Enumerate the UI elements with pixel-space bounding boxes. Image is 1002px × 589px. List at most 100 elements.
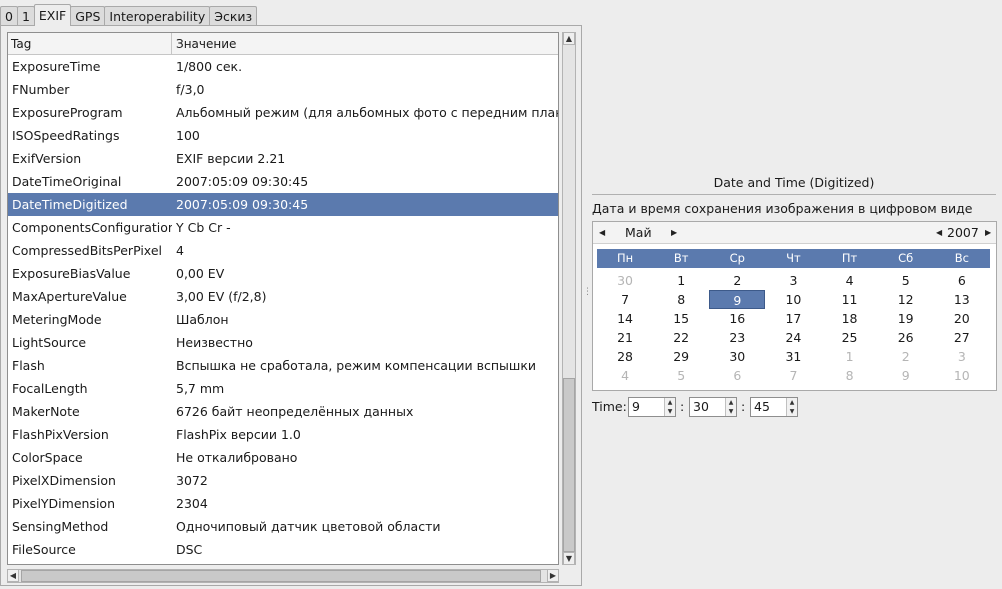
column-header-value[interactable]: Значение <box>172 33 558 54</box>
calendar-day[interactable]: 25 <box>822 328 878 347</box>
table-row[interactable]: DateTimeDigitized 2007:05:09 09:30:45 <box>8 193 558 216</box>
scroll-right-button[interactable]: ▶ <box>547 569 559 582</box>
seconds-down-icon[interactable]: ▼ <box>787 407 797 416</box>
table-row[interactable]: SensingMethod Одночиповый датчик цветовой… <box>8 515 558 538</box>
seconds-up-icon[interactable]: ▲ <box>787 398 797 407</box>
table-row[interactable]: PixelYDimension 2304 <box>8 492 558 515</box>
table-row[interactable]: ColorSpace Не откалибровано <box>8 446 558 469</box>
calendar-day[interactable]: 11 <box>822 290 878 309</box>
tab-1[interactable]: 1 <box>16 6 35 26</box>
calendar-day[interactable]: 28 <box>597 347 653 366</box>
hours-spinbox[interactable]: 9 ▲ ▼ <box>628 397 676 417</box>
hours-up-icon[interactable]: ▲ <box>665 398 675 407</box>
tab-exif[interactable]: EXIF <box>33 4 72 26</box>
table-row[interactable]: ExposureTime 1/800 сек. <box>8 55 558 78</box>
next-month-icon[interactable]: ▶ <box>671 222 677 244</box>
next-year-icon[interactable]: ▶ <box>985 222 991 244</box>
calendar-day[interactable]: 9 <box>878 366 934 385</box>
calendar-day[interactable]: 2 <box>709 271 765 290</box>
calendar-day[interactable]: 30 <box>709 347 765 366</box>
calendar-day[interactable]: 13 <box>934 290 990 309</box>
calendar-day[interactable]: 20 <box>934 309 990 328</box>
column-header-tag[interactable]: Tag <box>8 33 172 54</box>
calendar-day[interactable]: 27 <box>934 328 990 347</box>
calendar-day[interactable]: 4 <box>597 366 653 385</box>
calendar-day[interactable]: 5 <box>653 366 709 385</box>
splitter-handle[interactable]: ⋮ <box>583 288 592 297</box>
scroll-up-button[interactable]: ▲ <box>563 32 575 45</box>
hours-down-icon[interactable]: ▼ <box>665 407 675 416</box>
tab-0[interactable]: 0 <box>0 6 18 26</box>
vertical-scroll-thumb[interactable] <box>563 378 575 552</box>
calendar-day[interactable]: 5 <box>878 271 934 290</box>
seconds-stepper[interactable]: ▲ ▼ <box>786 398 797 416</box>
calendar-day[interactable]: 1 <box>822 347 878 366</box>
calendar-day-selected[interactable]: 9 <box>709 290 766 309</box>
calendar-day[interactable]: 7 <box>765 366 821 385</box>
minutes-up-icon[interactable]: ▲ <box>726 398 736 407</box>
table-row[interactable]: FocalLength 5,7 mm <box>8 377 558 400</box>
calendar-day[interactable]: 1 <box>653 271 709 290</box>
calendar-day[interactable]: 19 <box>878 309 934 328</box>
table-row[interactable]: ExposureProgram Альбомный режим (для альб… <box>8 101 558 124</box>
year-label[interactable]: 2007 <box>947 222 979 244</box>
tab-thumbnail[interactable]: Эскиз <box>209 6 258 26</box>
horizontal-scrollbar[interactable]: ◀ ▶ <box>7 569 559 583</box>
table-row[interactable]: Flash Вспышка не сработала, режим компенс… <box>8 354 558 377</box>
seconds-value[interactable]: 45 <box>754 398 770 416</box>
month-label[interactable]: Май <box>625 222 652 244</box>
table-row[interactable]: FileSource DSC <box>8 538 558 561</box>
calendar-day[interactable]: 29 <box>653 347 709 366</box>
calendar-day[interactable]: 17 <box>765 309 821 328</box>
calendar-day[interactable]: 22 <box>653 328 709 347</box>
calendar-day[interactable]: 4 <box>822 271 878 290</box>
table-row[interactable]: MakerNote 6726 байт неопределённых данных <box>8 400 558 423</box>
table-row[interactable]: PixelXDimension 3072 <box>8 469 558 492</box>
calendar-day[interactable]: 6 <box>709 366 765 385</box>
calendar-day[interactable]: 2 <box>878 347 934 366</box>
calendar-day[interactable]: 14 <box>597 309 653 328</box>
hours-stepper[interactable]: ▲ ▼ <box>664 398 675 416</box>
scroll-down-button[interactable]: ▼ <box>563 552 575 565</box>
scroll-left-button[interactable]: ◀ <box>7 569 19 582</box>
table-row[interactable]: MaxApertureValue 3,00 EV (f/2,8) <box>8 285 558 308</box>
calendar-day[interactable]: 30 <box>597 271 653 290</box>
hours-value[interactable]: 9 <box>632 398 640 416</box>
calendar-day[interactable]: 16 <box>709 309 765 328</box>
tab-interoperability[interactable]: Interoperability <box>104 6 211 26</box>
table-row[interactable]: CompressedBitsPerPixel 4 <box>8 239 558 262</box>
calendar-day[interactable]: 3 <box>765 271 821 290</box>
calendar-day[interactable]: 6 <box>934 271 990 290</box>
table-row[interactable]: ComponentsConfiguration Y Cb Cr - <box>8 216 558 239</box>
calendar-day[interactable]: 31 <box>765 347 821 366</box>
minutes-down-icon[interactable]: ▼ <box>726 407 736 416</box>
table-row[interactable]: LightSource Неизвестно <box>8 331 558 354</box>
calendar-day[interactable]: 8 <box>653 290 709 309</box>
horizontal-scroll-thumb[interactable] <box>21 570 541 582</box>
table-row[interactable]: MeteringMode Шаблон <box>8 308 558 331</box>
table-row[interactable]: ISOSpeedRatings 100 <box>8 124 558 147</box>
minutes-value[interactable]: 30 <box>693 398 709 416</box>
calendar-day[interactable]: 10 <box>934 366 990 385</box>
table-row[interactable]: FlashPixVersion FlashPix версии 1.0 <box>8 423 558 446</box>
calendar-day[interactable]: 15 <box>653 309 709 328</box>
tab-gps[interactable]: GPS <box>70 6 106 26</box>
calendar-day[interactable]: 23 <box>709 328 765 347</box>
minutes-stepper[interactable]: ▲ ▼ <box>725 398 736 416</box>
table-row[interactable]: DateTimeOriginal 2007:05:09 09:30:45 <box>8 170 558 193</box>
vertical-scrollbar[interactable]: ▲ ▼ <box>562 32 576 565</box>
table-row[interactable]: ExposureBiasValue 0,00 EV <box>8 262 558 285</box>
calendar-day[interactable]: 18 <box>822 309 878 328</box>
table-row[interactable]: FNumber f/3,0 <box>8 78 558 101</box>
table-row[interactable]: ExifVersion EXIF версии 2.21 <box>8 147 558 170</box>
minutes-spinbox[interactable]: 30 ▲ ▼ <box>689 397 737 417</box>
prev-month-icon[interactable]: ◀ <box>599 222 605 244</box>
prev-year-icon[interactable]: ◀ <box>936 222 942 244</box>
calendar-day[interactable]: 7 <box>597 290 653 309</box>
calendar-day[interactable]: 12 <box>878 290 934 309</box>
calendar-day[interactable]: 21 <box>597 328 653 347</box>
calendar-day[interactable]: 26 <box>878 328 934 347</box>
calendar-day[interactable]: 8 <box>822 366 878 385</box>
calendar-day[interactable]: 24 <box>765 328 821 347</box>
calendar-day[interactable]: 10 <box>765 290 821 309</box>
